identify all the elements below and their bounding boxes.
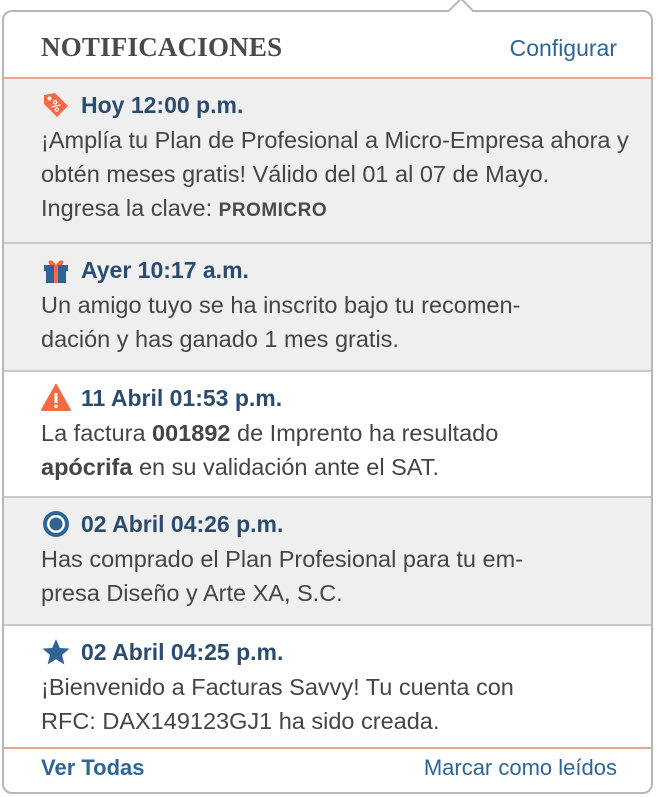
notification-text-line: ¡Bienvenido a Facturas Savvy! Tu cuenta … [41, 674, 514, 700]
notification-text-line: dación y has ganado 1 mes gratis. [41, 326, 399, 352]
notification-text-line: Has comprado el Plan Profesional para tu… [41, 546, 523, 572]
discount-tag-icon: % [41, 90, 71, 120]
notification-text: ¡Amplía tu Plan de Profesional a Micro-E… [41, 127, 629, 221]
notification-item[interactable]: 02 Abril 04:25 p.m. ¡Bienvenido a Factur… [4, 626, 651, 749]
target-icon [41, 509, 71, 539]
notifications-panel: NOTIFICACIONES Configurar % Hoy 12:00 p.… [2, 10, 653, 794]
notification-item[interactable]: % Hoy 12:00 p.m. ¡Amplía tu Plan de Prof… [4, 79, 651, 244]
notification-text: Un amigo tuyo se ha inscrito bajo tu rec… [41, 288, 631, 356]
notification-item[interactable]: 11 Abril 01:53 p.m. La factura 001892 de… [4, 372, 651, 498]
notification-text-line: RFC: DAX149123GJ1 ha sido creada. [41, 708, 440, 734]
notification-item[interactable]: 02 Abril 04:26 p.m. Has comprado el Plan… [4, 498, 651, 626]
panel-title: NOTIFICACIONES [41, 32, 283, 62]
notification-item[interactable]: Ayer 10:17 a.m. Un amigo tuyo se ha insc… [4, 244, 651, 372]
notification-time: 02 Abril 04:26 p.m. [81, 510, 284, 537]
notification-text-line: presa Diseño y Arte XA, S.C. [41, 580, 343, 606]
notification-text: Has comprado el Plan Profesional para tu… [41, 542, 631, 610]
view-all-link[interactable]: Ver Todas [41, 755, 145, 781]
panel-footer: Ver Todas Marcar como leídos [4, 745, 651, 792]
notification-time: Hoy 12:00 p.m. [81, 91, 244, 118]
warning-icon [41, 383, 71, 413]
notification-text-line: Un amigo tuyo se ha inscrito bajo tu rec… [41, 292, 521, 318]
notification-text: ¡Bienvenido a Facturas Savvy! Tu cuenta … [41, 670, 631, 738]
gift-icon [41, 255, 71, 285]
panel-header: NOTIFICACIONES Configurar [4, 12, 651, 79]
notification-time: Ayer 10:17 a.m. [81, 256, 249, 283]
status-apocrifa: apócrifa [41, 454, 133, 480]
notification-text: La factura 001892 de Imprento ha resulta… [41, 420, 499, 480]
promo-code: PROMICRO [218, 200, 328, 221]
mark-as-read-link[interactable]: Marcar como leídos [424, 755, 617, 781]
notification-time: 02 Abril 04:25 p.m. [81, 638, 284, 665]
invoice-number: 001892 [152, 420, 231, 446]
notification-list: % Hoy 12:00 p.m. ¡Amplía tu Plan de Prof… [4, 79, 651, 749]
configure-link[interactable]: Configurar [510, 35, 617, 62]
star-icon [41, 637, 71, 667]
notification-time: 11 Abril 01:53 p.m. [81, 384, 283, 411]
